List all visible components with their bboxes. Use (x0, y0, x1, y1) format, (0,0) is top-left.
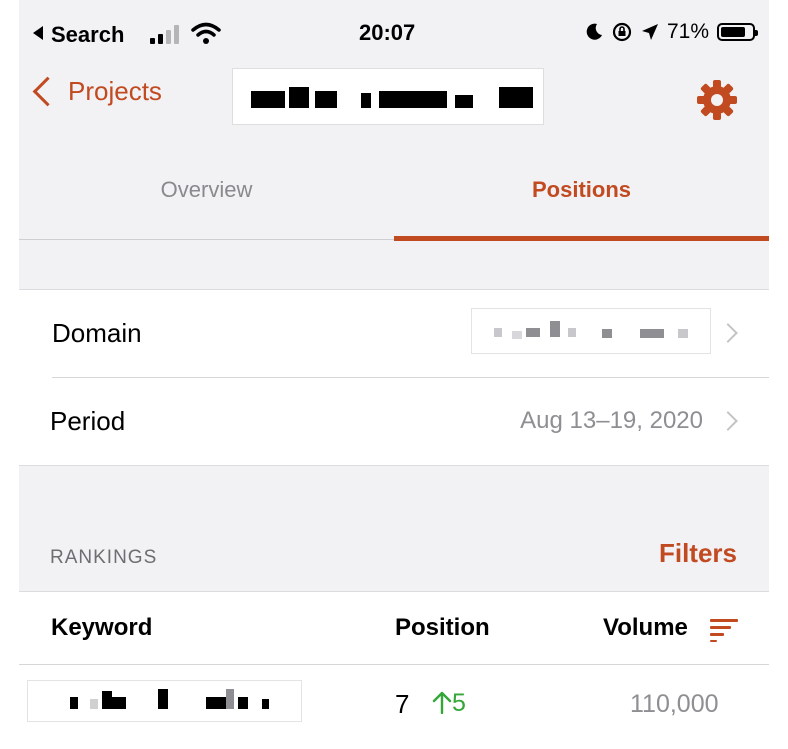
battery-icon (717, 23, 758, 41)
status-right-group: 71% (585, 20, 758, 44)
rankings-section-header: RANKINGS Filters (19, 466, 769, 591)
period-row[interactable]: Period Aug 13–19, 2020 (19, 378, 769, 466)
domain-row[interactable]: Domain (19, 290, 769, 378)
period-chevron-right-icon (718, 411, 738, 431)
return-app-label: Search (51, 22, 125, 47)
row-volume: 110,000 (630, 690, 719, 718)
orientation-lock-icon (612, 22, 632, 42)
settings-gear-icon[interactable] (695, 78, 739, 122)
arrow-up-icon (432, 691, 452, 715)
location-arrow-icon (641, 24, 658, 40)
battery-percent: 71% (666, 20, 709, 43)
back-label: Projects (68, 76, 162, 106)
tab-positions[interactable]: Positions (394, 142, 769, 241)
tab-overview[interactable]: Overview (19, 142, 394, 240)
project-title-redacted (232, 68, 544, 125)
selected-tab-indicator (394, 236, 769, 241)
row-position-change: 5 (432, 689, 466, 718)
tab-overview-label: Overview (160, 177, 253, 202)
row-position: 7 (395, 689, 410, 719)
sort-descending-icon[interactable] (710, 619, 738, 642)
back-to-projects-button[interactable]: Projects (32, 76, 162, 107)
tab-positions-label: Positions (531, 177, 631, 202)
row-position-delta: 5 (452, 689, 466, 717)
rankings-title: RANKINGS (50, 547, 158, 568)
domain-label: Domain (52, 318, 142, 348)
app-screen: Search 20:07 71% Projects Overview Posit… (19, 0, 769, 749)
column-header-position[interactable]: Position (395, 614, 490, 642)
period-value: Aug 13–19, 2020 (520, 407, 703, 434)
keyword-redacted (27, 680, 302, 722)
clock: 20:07 (359, 20, 416, 45)
header-separator (19, 664, 769, 665)
domain-chevron-right-icon (718, 323, 738, 343)
rankings-table: Keyword Position Volume 7 5 110,000 (19, 591, 769, 749)
return-to-app-button[interactable]: Search (33, 22, 124, 48)
filters-button[interactable]: Filters (659, 538, 737, 569)
domain-value-redacted (471, 308, 711, 354)
tab-bar: Overview Positions (19, 142, 769, 241)
column-header-keyword[interactable]: Keyword (51, 614, 152, 642)
settings-group: Domain Period Aug 13–19, 2020 (19, 289, 769, 466)
cellular-signal-icon (150, 24, 186, 44)
status-bar: Search 20:07 71% (19, 0, 769, 62)
back-triangle-icon (33, 26, 43, 40)
period-label: Period (50, 406, 126, 436)
navigation-bar: Projects (19, 62, 769, 142)
do-not-disturb-moon-icon (586, 23, 602, 40)
chevron-left-icon (32, 76, 63, 107)
column-header-volume[interactable]: Volume (603, 614, 688, 642)
wifi-icon (191, 22, 221, 44)
